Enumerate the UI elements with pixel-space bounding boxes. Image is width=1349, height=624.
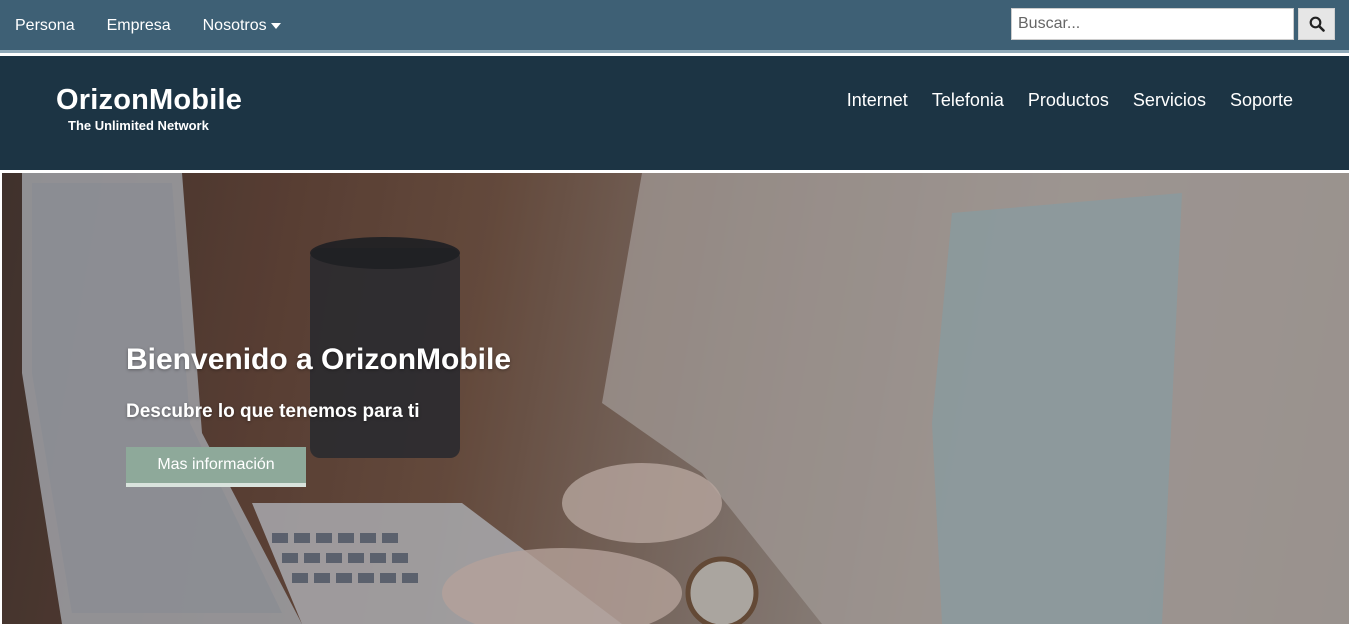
hero-content: Bienvenido a OrizonMobile Descubre lo qu… [126,343,511,487]
hero-subtitle: Descubre lo que tenemos para ti [126,401,420,422]
nav-item-productos[interactable]: Productos [1028,90,1109,111]
search-form [1011,8,1335,40]
nav-item-soporte[interactable]: Soporte [1230,90,1293,111]
top-link-nosotros-dropdown[interactable]: Nosotros [203,17,281,35]
brand-name: OrizonMobile [56,84,243,116]
hero-title: Bienvenido a OrizonMobile [126,343,512,376]
hero-banner: Bienvenido a OrizonMobile Descubre lo qu… [2,173,1349,624]
search-input[interactable] [1011,8,1294,40]
top-utility-bar: Persona Empresa Nosotros [0,0,1349,53]
search-icon [1309,16,1325,32]
more-info-button[interactable]: Mas información [126,447,306,487]
main-header: OrizonMobile The Unlimited Network Inter… [0,56,1349,170]
nav-item-telefonia[interactable]: Telefonia [932,90,1004,111]
search-button[interactable] [1298,8,1335,40]
nav-item-internet[interactable]: Internet [847,90,908,111]
top-link-persona[interactable]: Persona [15,17,75,35]
top-link-empresa[interactable]: Empresa [107,17,171,35]
brand-tagline: The Unlimited Network [68,118,209,133]
nav-item-servicios[interactable]: Servicios [1133,90,1206,111]
main-nav: Internet Telefonia Productos Servicios S… [823,90,1293,111]
top-link-nosotros-label: Nosotros [202,17,267,34]
caret-down-icon [270,23,281,29]
brand-logo[interactable]: OrizonMobile The Unlimited Network [56,84,242,133]
top-links: Persona Empresa Nosotros [15,0,313,52]
